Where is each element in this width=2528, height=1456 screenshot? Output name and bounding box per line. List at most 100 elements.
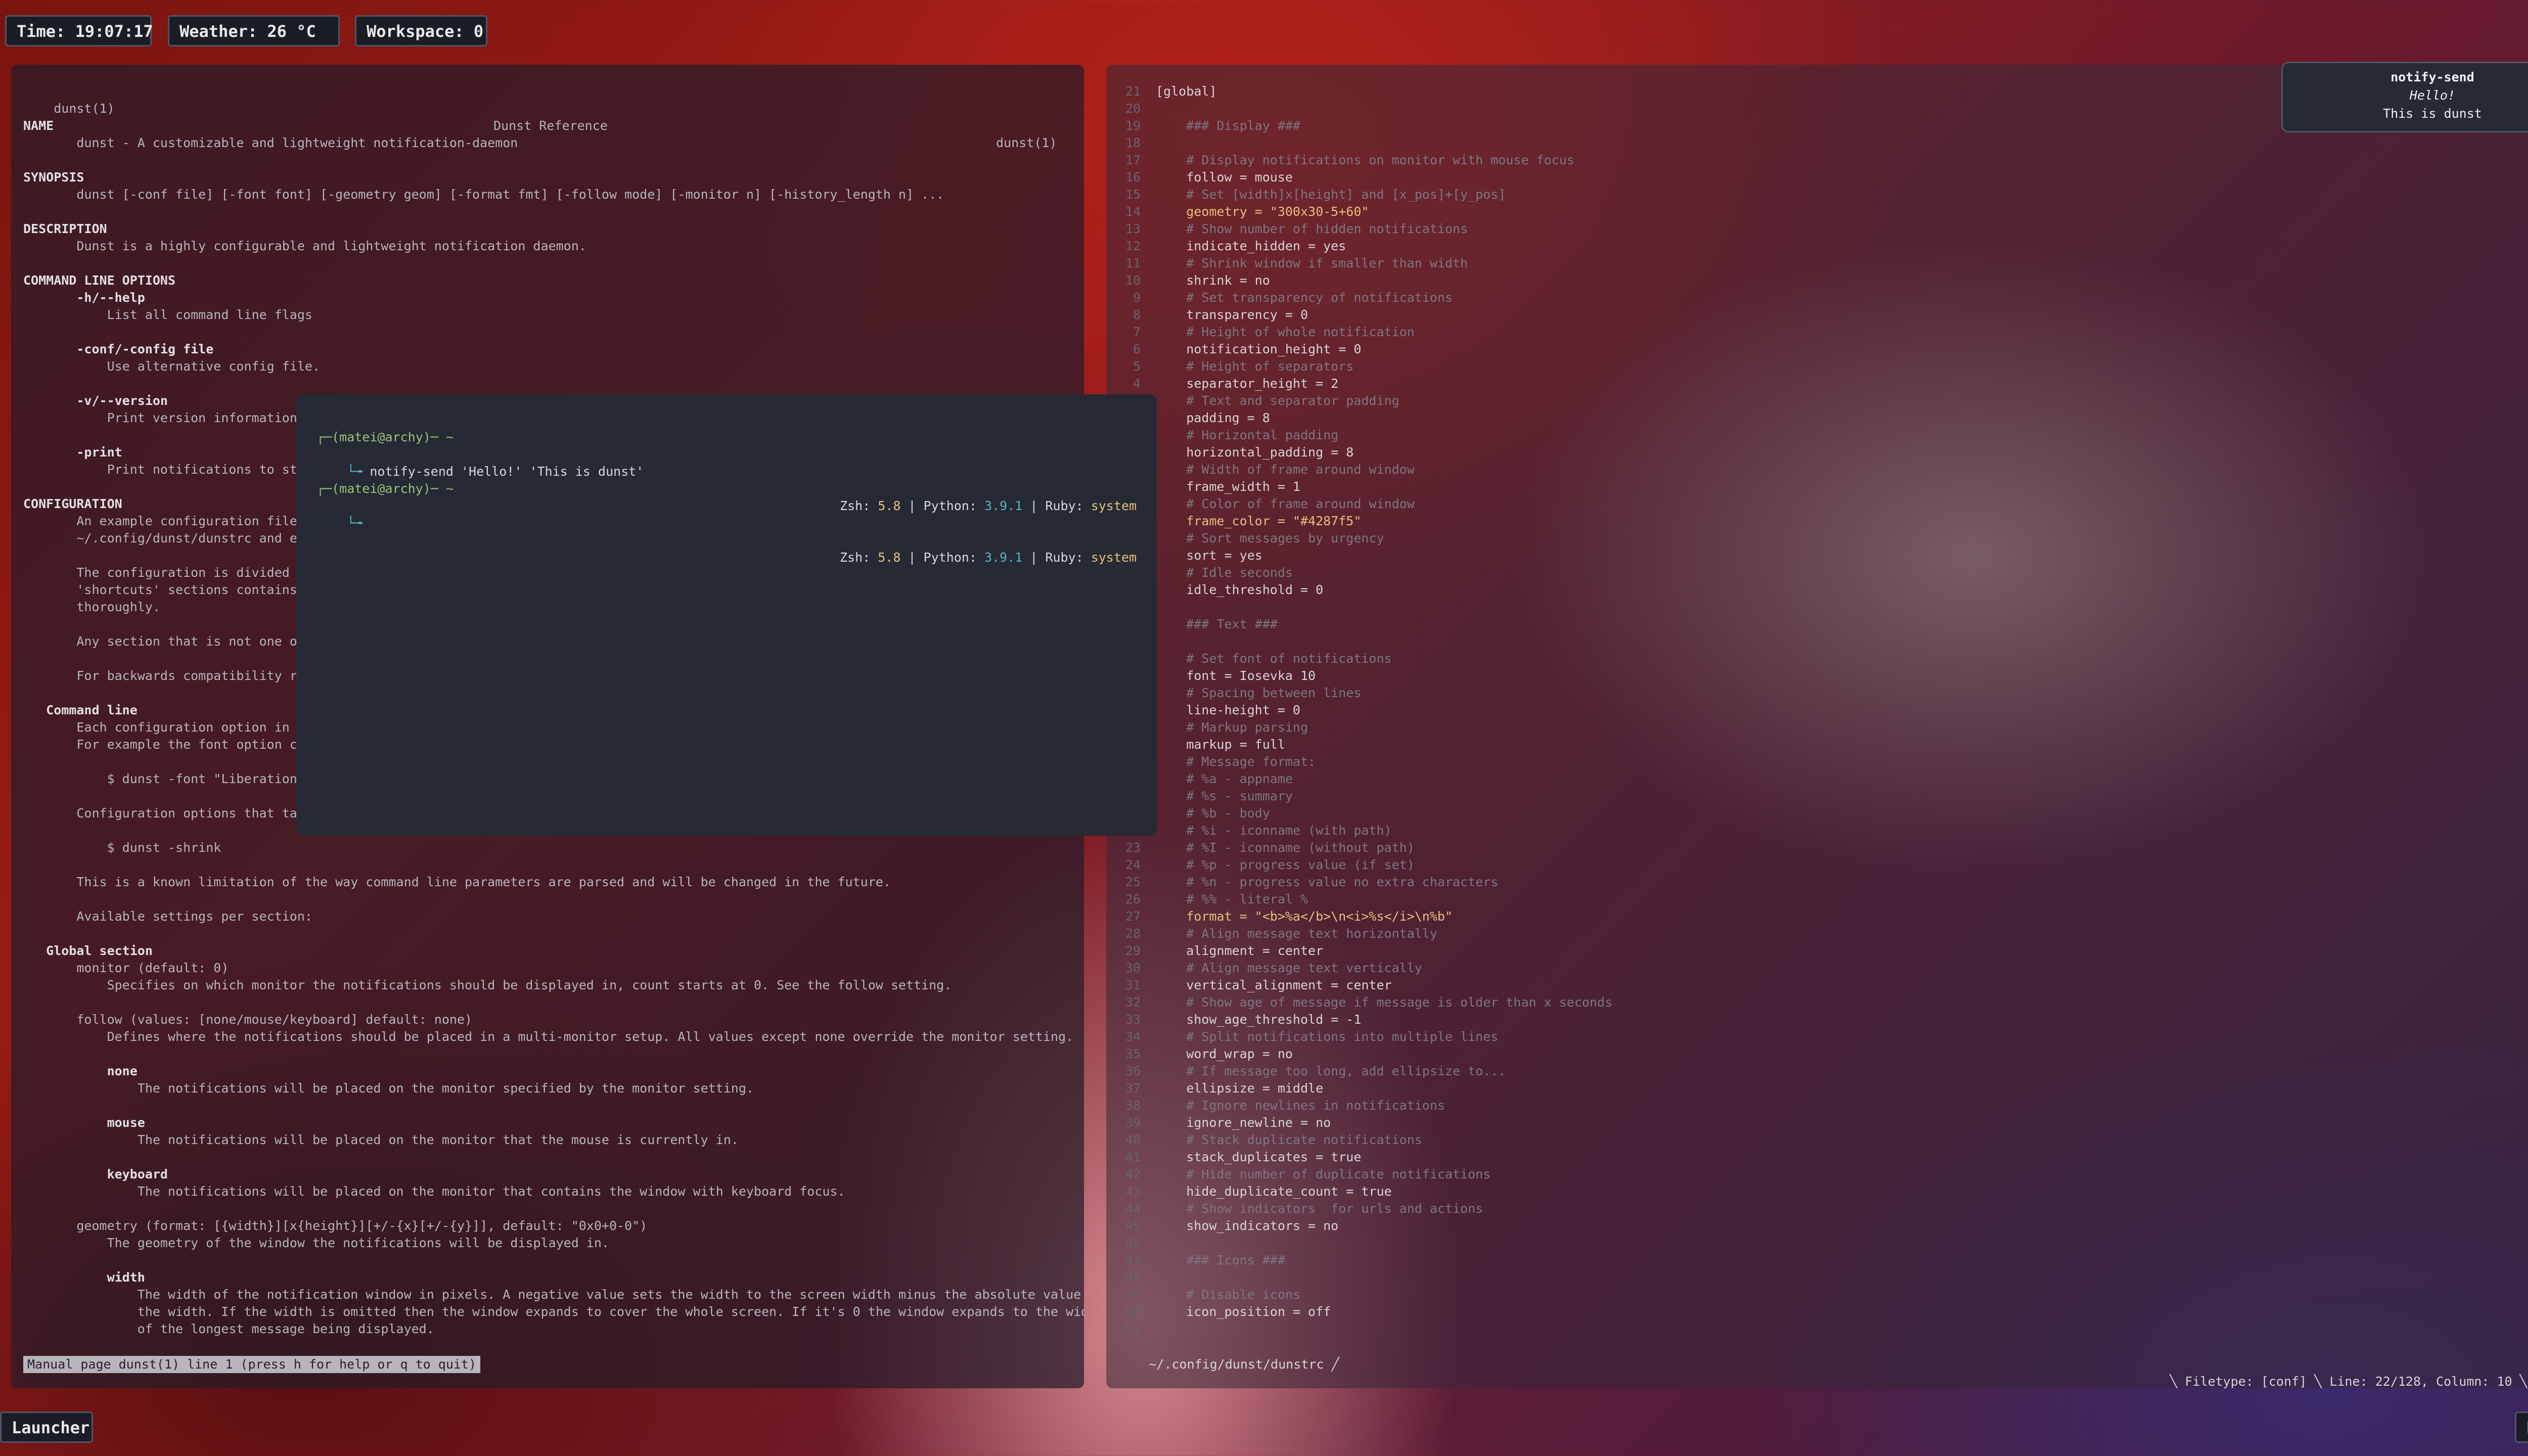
editor-line[interactable]: 47 ### Icons ###: [1118, 1252, 2528, 1269]
editor-line[interactable]: 30 # Align message text vertically: [1118, 960, 2528, 977]
editor-line[interactable]: 13 font = Iosevka 10: [1118, 667, 2528, 685]
editor-line[interactable]: 11 # Shrink window if smaller than width: [1118, 255, 2528, 272]
editor-line[interactable]: 15 # Set [width]x[height] and [x_pos]+[y…: [1118, 186, 2528, 203]
man-line: Dunst is a highly configurable and light…: [23, 239, 586, 253]
line-number: 17: [1125, 153, 1141, 167]
editor-line[interactable]: 8 idle_threshold = 0: [1118, 581, 2528, 599]
editor-line[interactable]: 33 show_age_threshold = -1: [1118, 1011, 2528, 1028]
editor-line[interactable]: 14 # Spacing between lines: [1118, 685, 2528, 702]
editor-line[interactable]: 39 ignore_newline = no: [1118, 1114, 2528, 1131]
editor-line[interactable]: 51: [1118, 1321, 2528, 1338]
editor-line[interactable]: 17 # Display notifications on monitor wi…: [1118, 152, 2528, 169]
line-number: 8: [1133, 307, 1141, 322]
editor-line[interactable]: 23 # %I - iconname (without path): [1118, 839, 2528, 856]
editor-window[interactable]: 21 [global] 20 19 ### Display ### 18 17 # Dis…: [1106, 65, 2528, 1388]
editor-line[interactable]: 49 # Disable icons: [1118, 1286, 2528, 1303]
editor-line[interactable]: 4 frame_color = "#4287f5": [1118, 513, 2528, 530]
editor-line[interactable]: 46: [1118, 1235, 2528, 1252]
editor-line[interactable]: 16 # Markup parsing: [1118, 719, 2528, 736]
man-line: [23, 203, 1072, 220]
editor-line[interactable]: 9: [1118, 599, 2528, 616]
editor-line[interactable]: 8 transparency = 0: [1118, 306, 2528, 324]
editor-line-text: shrink = no: [1156, 273, 1270, 288]
editor-line[interactable]: 3 # Text and separator padding: [1118, 392, 2528, 410]
man-header-right: dunst(1): [996, 135, 1057, 150]
editor-line[interactable]: 32 # Show age of message if message is o…: [1118, 994, 2528, 1011]
editor-line[interactable]: 7 # Height of whole notification: [1118, 324, 2528, 341]
editor-line-text: # Stack duplicate notifications: [1156, 1132, 1422, 1147]
editor-line[interactable]: 50 icon_position = off: [1118, 1303, 2528, 1321]
editor-line-text: # Set font of notifications: [1156, 651, 1392, 666]
editor-line[interactable]: 9 # Set transparency of notifications: [1118, 289, 2528, 306]
editor-line[interactable]: 34 # Split notifications into multiple l…: [1118, 1028, 2528, 1045]
editor-line[interactable]: 14 geometry = "300x30-5+60": [1118, 203, 2528, 220]
editor-line[interactable]: 2 padding = 8: [1118, 410, 2528, 427]
editor-line[interactable]: 1 # Horizontal padding: [1118, 427, 2528, 444]
editor-line[interactable]: 26 # %% - literal %: [1118, 891, 2528, 908]
editor-line[interactable]: 15 line-height = 0: [1118, 702, 2528, 719]
dunst-notification[interactable]: notify-send Hello! This is dunst: [2281, 62, 2528, 132]
editor-line-text: # Show indicators for urls and actions: [1156, 1201, 1483, 1216]
editor-line[interactable]: 43 hide_duplicate_count = true: [1118, 1183, 2528, 1200]
notification-body: This is dunst: [2383, 106, 2482, 121]
editor-line[interactable]: 44 # Show indicators for urls and action…: [1118, 1200, 2528, 1217]
editor-line[interactable]: 17 markup = full: [1118, 736, 2528, 753]
editor-line[interactable]: 4 separator_height = 2: [1118, 375, 2528, 392]
editor-line[interactable]: 25 # %n - progress value no extra charac…: [1118, 874, 2528, 891]
editor-line[interactable]: 10 shrink = no: [1118, 272, 2528, 289]
editor-line[interactable]: 35 word_wrap = no: [1118, 1045, 2528, 1063]
line-number: 36: [1125, 1064, 1141, 1078]
man-line: [23, 925, 1072, 942]
man-line: The width of the notification window in …: [23, 1287, 1084, 1302]
workspace-widget[interactable]: Workspace: 0: [355, 15, 487, 47]
editor-line[interactable]: 2 frame_width = 1: [1118, 478, 2528, 495]
editor-line[interactable]: 40 # Stack duplicate notifications: [1118, 1131, 2528, 1149]
editor-line[interactable]: 28 # Align message text horizontally: [1118, 925, 2528, 942]
line-number: 11: [1125, 256, 1141, 270]
editor-line[interactable]: 42 # Hide number of duplicate notificati…: [1118, 1166, 2528, 1183]
line-number: 27: [1125, 909, 1141, 924]
editor-line[interactable]: 11: [1118, 633, 2528, 650]
editor-line-text: show_age_threshold = -1: [1156, 1012, 1362, 1027]
editor-line[interactable]: 18: [1118, 134, 2528, 152]
editor-line[interactable]: 20 # %s - summary: [1118, 788, 2528, 805]
editor-line[interactable]: 10 ### Text ###: [1118, 616, 2528, 633]
terminal-window[interactable]: ┌─(matei@archy)─ ~ └╼ notify-send 'Hello…: [296, 394, 1157, 836]
editor-line[interactable]: 38 # Ignore newlines in notifications: [1118, 1097, 2528, 1114]
editor-line[interactable]: 27 format = "<b>%a</b>\n<i>%s</i>\n%b": [1118, 908, 2528, 925]
editor-line[interactable]: 6 sort = yes: [1118, 547, 2528, 564]
terminal-input-line[interactable]: └╼ Zsh: 5.8 | Python: 3.9.1 | Ruby: syst…: [317, 497, 1137, 565]
editor-line[interactable]: 7 # Idle seconds: [1118, 564, 2528, 581]
editor-line[interactable]: 3 # Color of frame around window: [1118, 495, 2528, 513]
editor-line-text: # %% - literal %: [1156, 892, 1308, 906]
editor-line-text: # Show age of message if message is olde…: [1156, 995, 1613, 1010]
editor-line[interactable]: 41 stack_duplicates = true: [1118, 1149, 2528, 1166]
editor-line[interactable]: 29 alignment = center: [1118, 942, 2528, 960]
editor-line[interactable]: 31 vertical_alignment = center: [1118, 977, 2528, 994]
editor-line[interactable]: 22 horizontal_padding = 8: [1118, 444, 2528, 461]
editor-line[interactable]: 18 # Message format:: [1118, 753, 2528, 770]
editor-line[interactable]: 13 # Show number of hidden notifications: [1118, 220, 2528, 238]
man-line: COMMAND LINE OPTIONS: [23, 273, 176, 288]
editor-body[interactable]: 21 [global] 20 19 ### Display ### 18 17 # Dis…: [1118, 83, 2528, 1338]
editor-line[interactable]: 5 # Height of separators: [1118, 358, 2528, 375]
terminal-rprompt-2: Zsh: 5.8 | Python: 3.9.1 | Ruby: system: [839, 550, 1137, 565]
editor-line[interactable]: 6 notification_height = 0: [1118, 341, 2528, 358]
power-button[interactable]: Power: [2515, 1412, 2528, 1443]
editor-line[interactable]: 22 # %i - iconname (with path): [1118, 822, 2528, 839]
editor-line[interactable]: 36 # If message too long, add ellipsize …: [1118, 1063, 2528, 1080]
editor-line[interactable]: 45 show_indicators = no: [1118, 1217, 2528, 1235]
editor-line[interactable]: 37 ellipsize = middle: [1118, 1080, 2528, 1097]
launcher-button[interactable]: Launcher: [0, 1412, 93, 1443]
editor-line-text: notification_height = 0: [1156, 342, 1362, 356]
editor-line[interactable]: 24 # %p - progress value (if set): [1118, 856, 2528, 874]
editor-line[interactable]: 21 # %b - body: [1118, 805, 2528, 822]
editor-line[interactable]: 19 # %a - appname: [1118, 770, 2528, 788]
editor-line-text: vertical_alignment = center: [1156, 978, 1392, 992]
editor-line[interactable]: 1 # Width of frame around window: [1118, 461, 2528, 478]
editor-line[interactable]: 12 indicate_hidden = yes: [1118, 238, 2528, 255]
editor-line[interactable]: 5 # Sort messages by urgency: [1118, 530, 2528, 547]
editor-line[interactable]: 48: [1118, 1269, 2528, 1286]
editor-line[interactable]: 12 # Set font of notifications: [1118, 650, 2528, 667]
editor-line[interactable]: 16 follow = mouse: [1118, 169, 2528, 186]
